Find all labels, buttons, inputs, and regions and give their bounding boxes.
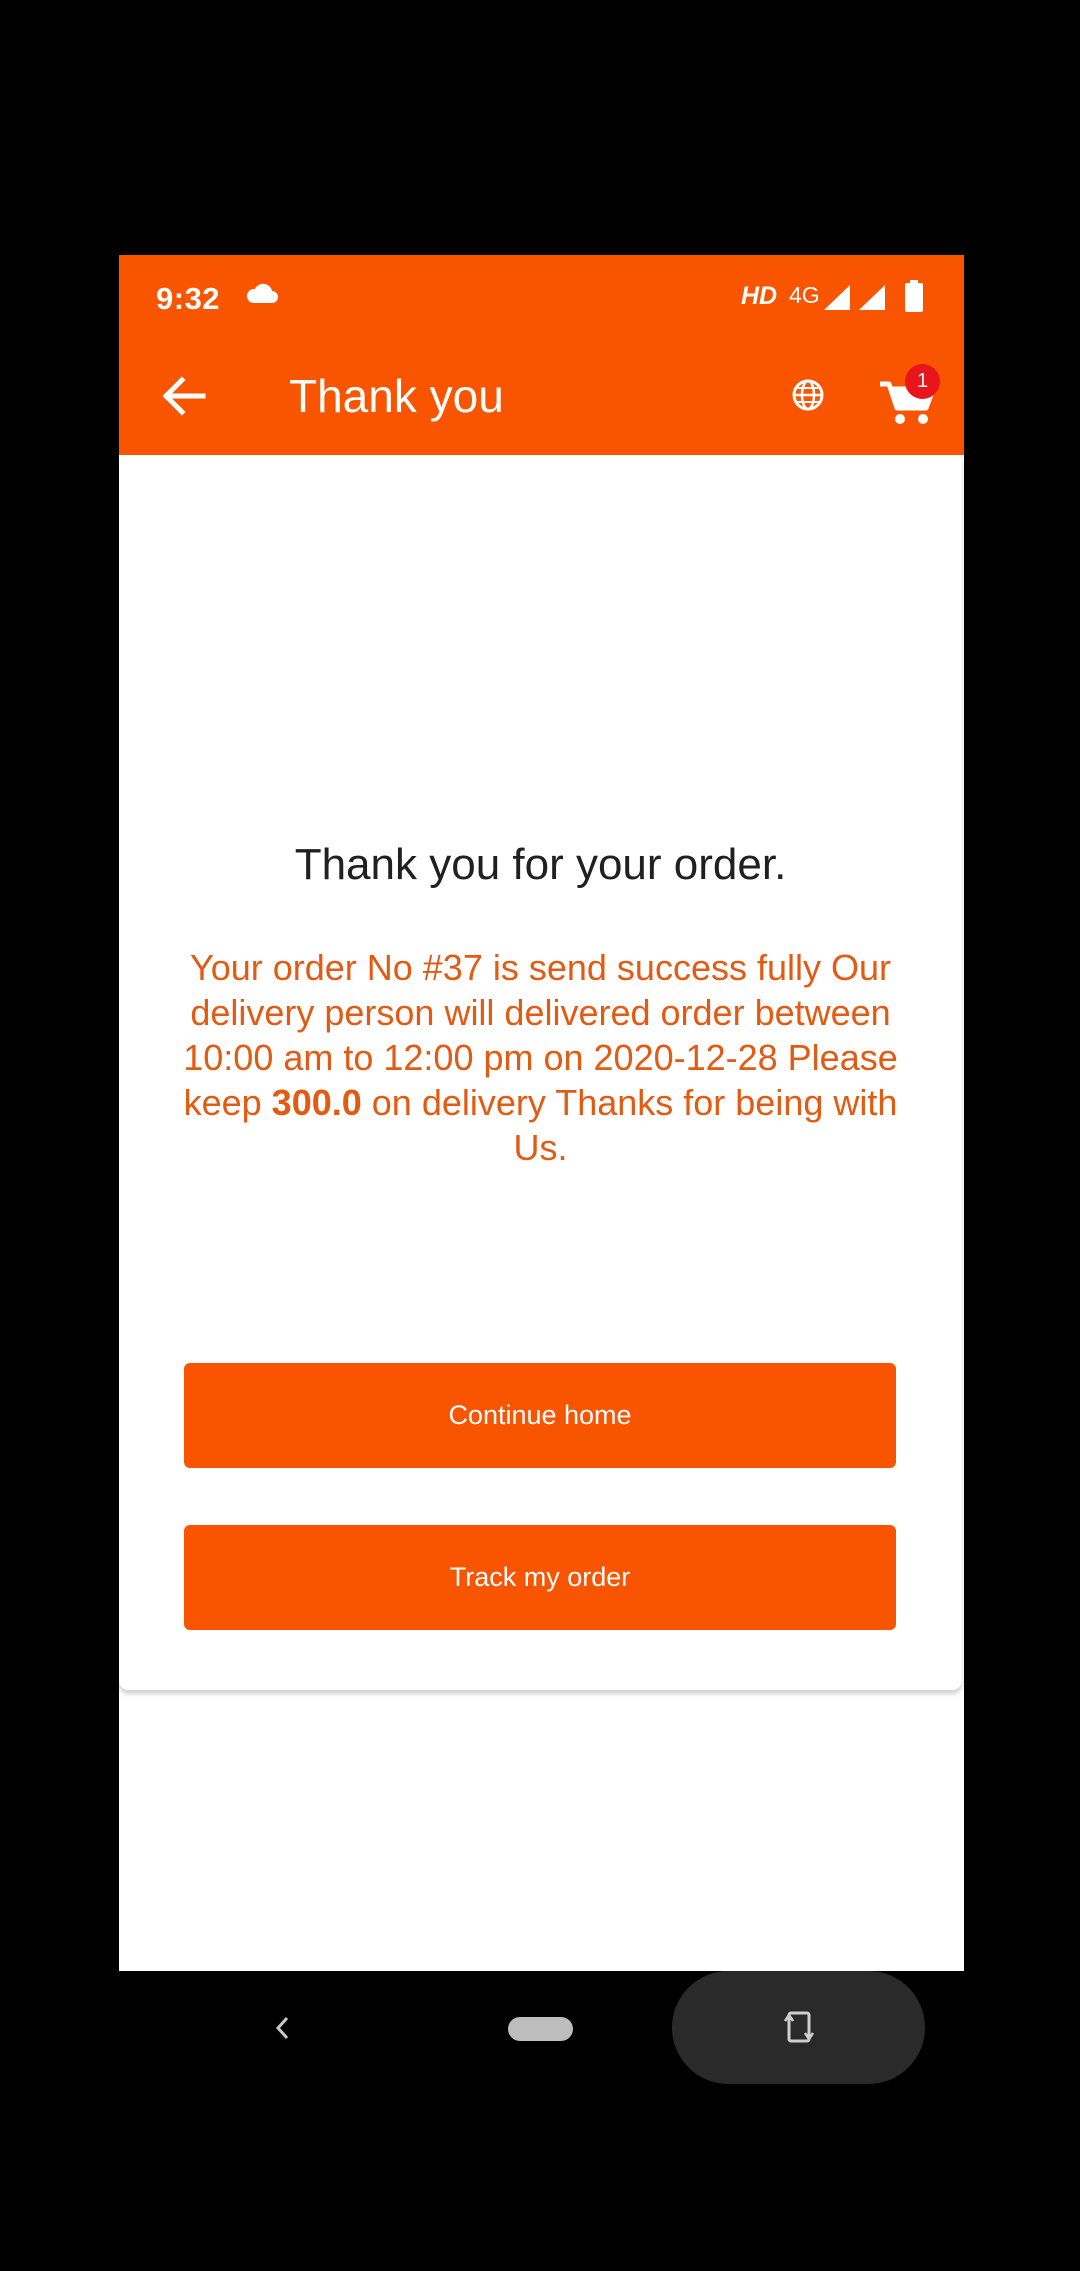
order-amount: 300.0: [271, 1082, 362, 1123]
chevron-left-icon: [275, 2016, 289, 2040]
hd-label: HD: [741, 282, 778, 310]
track-order-button[interactable]: Track my order: [184, 1525, 896, 1630]
cart-badge: 1: [905, 364, 940, 399]
order-message: Your order No #37 is send success fully …: [159, 945, 922, 1170]
app-bar: Thank you 1: [119, 335, 964, 455]
cloud-icon: [245, 283, 279, 310]
network-type-label: 4G: [789, 282, 820, 308]
globe-icon: [792, 379, 824, 411]
rotate-screen-button[interactable]: [672, 1971, 925, 2084]
nav-back-button[interactable]: [271, 2010, 293, 2051]
signal-icon: [822, 283, 852, 316]
nav-home-button[interactable]: [508, 2017, 573, 2041]
order-confirmation-card: Thank you for your order. Your order No …: [119, 455, 962, 1691]
page-title: Thank you: [289, 370, 504, 422]
app-screen: 9:32 HD 4G Thank you 1 Thank you for you…: [119, 255, 964, 1971]
rotate-screen-icon: [783, 2011, 815, 2043]
thank-you-heading: Thank you for your order.: [294, 840, 787, 889]
back-button[interactable]: [159, 371, 209, 421]
status-bar: 9:32 HD 4G: [119, 255, 964, 335]
continue-home-button[interactable]: Continue home: [184, 1363, 896, 1468]
status-time: 9:32: [156, 281, 221, 316]
language-button[interactable]: [791, 378, 825, 412]
battery-icon: [905, 280, 923, 317]
signal-icon: [857, 283, 887, 316]
order-message-text-end: on delivery Thanks for being with Us.: [361, 1082, 898, 1168]
arrow-left-icon: [162, 376, 206, 416]
